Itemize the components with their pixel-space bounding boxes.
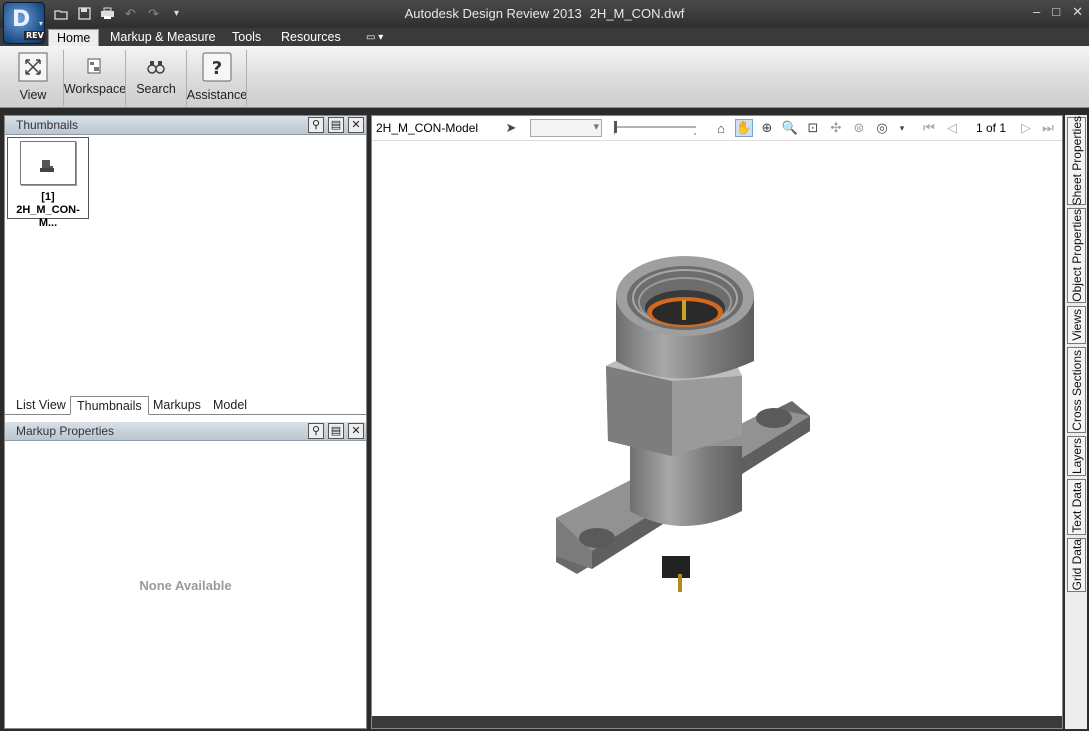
thumbnails-header: Thumbnails ⚲ ▤ ✕ [5, 116, 366, 135]
ribbon-tab-bar: Home Markup & Measure Tools Resources ▭ … [0, 28, 1089, 46]
tab-sheet-properties[interactable]: Sheet Properties [1067, 116, 1086, 206]
canvas-pane: 2H_M_CON-Model ➤ ⌂ ✋ ⊕ 🔍 ⊡ ✣ ⊜ ◎ ▾ ⏮ ◁ 1… [371, 115, 1063, 729]
app-badge: REV [24, 31, 46, 40]
assistance-label: Assistance [186, 88, 248, 102]
tab-model[interactable]: Model [207, 396, 253, 415]
ribbon-options-icon[interactable]: ▭ ▾ [358, 29, 391, 46]
zoom-in-icon[interactable]: ⊕ [758, 119, 776, 137]
view-toolbar: 2H_M_CON-Model ➤ ⌂ ✋ ⊕ 🔍 ⊡ ✣ ⊜ ◎ ▾ ⏮ ◁ 1… [372, 116, 1062, 141]
app-logo-icon: D [12, 7, 31, 32]
assistance-button[interactable]: ? Assistance [186, 48, 248, 106]
workspace-icon [80, 52, 110, 82]
ribbon-panel: View Workspace Search ? Assistance [0, 46, 1089, 108]
select-cursor-icon[interactable]: ➤ [502, 119, 520, 137]
sheet-thumbnail[interactable]: [1] 2H_M_CON-M... [7, 137, 89, 229]
window-controls: – □ ✕ [1033, 4, 1083, 20]
pin-icon[interactable]: ⚲ [308, 117, 324, 133]
view-label: View [19, 88, 47, 102]
markup-properties-header: Markup Properties ⚲ ▤ ✕ [5, 422, 366, 441]
connector-3d-model[interactable] [542, 256, 832, 601]
empty-state-text: None Available [139, 578, 232, 593]
sheet-name: 2H_M_CON-Model [376, 121, 479, 135]
pan-hand-icon[interactable]: ✋ [735, 119, 753, 137]
side-tab-bar: Sheet Properties Object Properties Views… [1065, 115, 1087, 729]
pin-icon[interactable]: ⚲ [308, 423, 324, 439]
first-page-icon[interactable]: ⏮ [920, 119, 938, 137]
tab-home[interactable]: Home [48, 29, 100, 46]
close-icon[interactable]: ✕ [348, 423, 364, 439]
close-icon[interactable]: ✕ [1072, 4, 1083, 20]
turntable-icon[interactable]: ⊜ [850, 119, 868, 137]
tab-cross-sections[interactable]: Cross Sections [1067, 347, 1086, 433]
tab-views[interactable]: Views [1067, 306, 1086, 344]
zoom-extents-icon[interactable]: ⊡ [804, 119, 822, 137]
zoom-slider[interactable] [613, 119, 696, 135]
view-dropdown[interactable] [530, 119, 602, 137]
markup-properties-title: Markup Properties [16, 424, 115, 438]
next-page-icon[interactable]: ▷ [1017, 119, 1035, 137]
tab-list-view[interactable]: List View [10, 396, 72, 415]
chevron-down-icon: ▾ [38, 19, 43, 28]
page-indicator: 1 of 1 [976, 121, 1007, 135]
close-icon[interactable]: ✕ [348, 117, 364, 133]
thumbnail-preview [20, 141, 76, 185]
tab-text-data[interactable]: Text Data [1067, 479, 1086, 535]
tab-grid-data[interactable]: Grid Data [1067, 538, 1086, 592]
tab-markups[interactable]: Markups [147, 396, 207, 415]
tab-resources[interactable]: Resources [273, 29, 349, 46]
steering-wheel-icon[interactable]: ◎ [873, 119, 891, 137]
workspace-button[interactable]: Workspace [64, 48, 126, 106]
search-button[interactable]: Search [128, 48, 184, 106]
zoom-window-icon[interactable]: 🔍 [781, 119, 799, 137]
thumbnail-index: [1] [41, 191, 55, 203]
view-button[interactable]: View [8, 48, 58, 106]
maximize-icon[interactable]: □ [1052, 4, 1060, 20]
tab-thumbnails[interactable]: Thumbnails [70, 396, 149, 415]
tab-tools[interactable]: Tools [224, 29, 269, 46]
left-panel-tabs: List View Thumbnails Markups Model [5, 395, 366, 415]
ribbon-separator [125, 50, 126, 106]
home-icon[interactable]: ⌂ [712, 119, 730, 137]
thumbnails-title: Thumbnails [16, 118, 79, 132]
window-title: Autodesk Design Review 2013 2H_M_CON.dwf [404, 6, 685, 21]
tab-object-properties[interactable]: Object Properties [1067, 208, 1086, 303]
help-icon: ? [202, 52, 232, 82]
workspace-label: Workspace [63, 82, 127, 96]
tab-layers[interactable]: Layers [1067, 436, 1086, 476]
left-panel: Thumbnails ⚲ ▤ ✕ [1] 2H_M_CON-M... List … [4, 115, 367, 729]
chevron-down-icon[interactable]: ▾ [893, 119, 911, 137]
fit-view-icon [18, 52, 48, 82]
orbit-icon[interactable]: ✣ [827, 119, 845, 137]
last-page-icon[interactable]: ⏭ [1039, 119, 1057, 137]
search-label: Search [136, 82, 176, 96]
svg-text:?: ? [212, 58, 222, 79]
dock-icon[interactable]: ▤ [328, 423, 344, 439]
dock-icon[interactable]: ▤ [328, 117, 344, 133]
thumbnail-label: 2H_M_CON-M... [16, 204, 80, 229]
title-bar: D REV ▾ ↶ ↷ ▾ Autodesk Design Review 201… [0, 0, 1089, 44]
ribbon-separator [246, 50, 247, 106]
application-menu-button[interactable]: D REV ▾ [3, 2, 46, 44]
tab-markup-measure[interactable]: Markup & Measure [102, 29, 224, 46]
previous-page-icon[interactable]: ◁ [943, 119, 961, 137]
binoculars-icon [141, 52, 171, 82]
minimize-icon[interactable]: – [1033, 4, 1040, 20]
horizontal-scrollbar[interactable] [372, 716, 1062, 728]
